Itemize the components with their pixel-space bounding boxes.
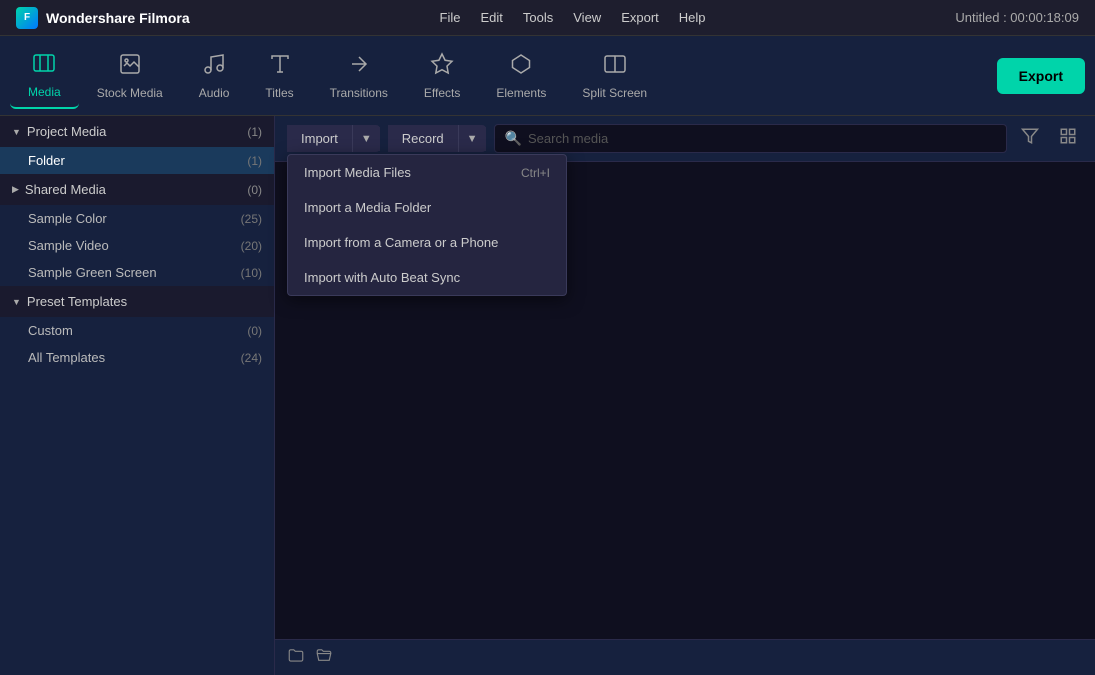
dropdown-import-beat-sync[interactable]: Import with Auto Beat Sync bbox=[288, 260, 566, 295]
app-logo: F Wondershare Filmora bbox=[16, 7, 190, 29]
toolbar-elements-label: Elements bbox=[496, 86, 546, 100]
toolbar: Media Stock Media Audio Titles bbox=[0, 36, 1095, 116]
import-files-shortcut: Ctrl+I bbox=[521, 166, 550, 180]
stock-media-icon bbox=[118, 52, 142, 80]
titles-icon bbox=[268, 52, 292, 80]
toolbar-effects[interactable]: Effects bbox=[406, 44, 478, 108]
sample-green-count: (10) bbox=[241, 266, 262, 280]
sample-video-label: Sample Video bbox=[28, 238, 109, 253]
sidebar-item-folder[interactable]: Folder (1) bbox=[0, 147, 274, 174]
import-button[interactable]: Import bbox=[287, 125, 353, 152]
new-folder-icon[interactable] bbox=[287, 646, 305, 669]
sidebar-section-preset-templates[interactable]: ▼ Preset Templates bbox=[0, 286, 274, 317]
import-dropdown: Import Media Files Ctrl+I Import a Media… bbox=[287, 154, 567, 296]
toolbar-split-screen-label: Split Screen bbox=[582, 86, 647, 100]
bottom-bar bbox=[275, 639, 1095, 675]
menu-tools[interactable]: Tools bbox=[523, 10, 553, 25]
toolbar-media-label: Media bbox=[28, 85, 61, 99]
effects-icon bbox=[430, 52, 454, 80]
import-folder-label: Import a Media Folder bbox=[304, 200, 431, 215]
toolbar-effects-label: Effects bbox=[424, 86, 460, 100]
sidebar-item-sample-color[interactable]: Sample Color (25) bbox=[0, 205, 274, 232]
import-files-label: Import Media Files bbox=[304, 165, 411, 180]
sidebar-item-sample-video[interactable]: Sample Video (20) bbox=[0, 232, 274, 259]
toolbar-split-screen[interactable]: Split Screen bbox=[564, 44, 665, 108]
split-screen-icon bbox=[603, 52, 627, 80]
preset-templates-label: Preset Templates bbox=[27, 294, 127, 309]
toolbar-stock-media[interactable]: Stock Media bbox=[79, 44, 181, 108]
record-button-group: Record ▼ bbox=[388, 125, 486, 152]
dropdown-import-camera[interactable]: Import from a Camera or a Phone bbox=[288, 225, 566, 260]
preset-templates-arrow: ▼ bbox=[12, 297, 21, 307]
shared-media-arrow: ▶ bbox=[12, 184, 19, 195]
menu-file[interactable]: File bbox=[440, 10, 461, 25]
elements-icon bbox=[509, 52, 533, 80]
record-dropdown-arrow[interactable]: ▼ bbox=[459, 127, 486, 151]
toolbar-elements[interactable]: Elements bbox=[478, 44, 564, 108]
folder-count: (1) bbox=[247, 154, 262, 168]
all-templates-count: (24) bbox=[241, 351, 262, 365]
content-area: Import ▼ Import Media Files Ctrl+I Impor… bbox=[275, 116, 1095, 675]
toolbar-audio[interactable]: Audio bbox=[181, 44, 248, 108]
import-beat-sync-label: Import with Auto Beat Sync bbox=[304, 270, 460, 285]
toolbar-titles[interactable]: Titles bbox=[247, 44, 311, 108]
dropdown-import-folder[interactable]: Import a Media Folder bbox=[288, 190, 566, 225]
title-bar: F Wondershare Filmora File Edit Tools Vi… bbox=[0, 0, 1095, 36]
toolbar-transitions[interactable]: Transitions bbox=[312, 44, 406, 108]
import-dropdown-arrow[interactable]: ▼ bbox=[353, 127, 380, 151]
sample-green-label: Sample Green Screen bbox=[28, 265, 157, 280]
menu-help[interactable]: Help bbox=[679, 10, 706, 25]
sidebar-section-shared-media[interactable]: ▶ Shared Media (0) bbox=[0, 174, 274, 205]
toolbar-titles-label: Titles bbox=[265, 86, 293, 100]
toolbar-stock-media-label: Stock Media bbox=[97, 86, 163, 100]
transitions-icon bbox=[347, 52, 371, 80]
toolbar-audio-label: Audio bbox=[199, 86, 230, 100]
filter-button[interactable] bbox=[1015, 125, 1045, 152]
sample-color-count: (25) bbox=[241, 212, 262, 226]
media-icon bbox=[32, 51, 56, 79]
sidebar-item-sample-green[interactable]: Sample Green Screen (10) bbox=[0, 259, 274, 286]
logo-icon: F bbox=[16, 7, 38, 29]
dropdown-import-files[interactable]: Import Media Files Ctrl+I bbox=[288, 155, 566, 190]
sample-color-label: Sample Color bbox=[28, 211, 107, 226]
search-input[interactable] bbox=[528, 131, 996, 146]
import-button-group: Import ▼ Import Media Files Ctrl+I Impor… bbox=[287, 125, 380, 152]
audio-icon bbox=[202, 52, 226, 80]
menu-bar: File Edit Tools View Export Help bbox=[440, 10, 706, 25]
toolbar-transitions-label: Transitions bbox=[330, 86, 388, 100]
folder-label: Folder bbox=[28, 153, 65, 168]
open-folder-icon[interactable] bbox=[315, 646, 333, 669]
project-title: Untitled : 00:00:18:09 bbox=[955, 10, 1079, 25]
search-icon: 🔍 bbox=[505, 130, 522, 147]
sidebar: ▼ Project Media (1) Folder (1) ▶ Shared … bbox=[0, 116, 275, 675]
import-camera-label: Import from a Camera or a Phone bbox=[304, 235, 498, 250]
shared-media-label: Shared Media bbox=[25, 182, 106, 197]
menu-view[interactable]: View bbox=[573, 10, 601, 25]
menu-edit[interactable]: Edit bbox=[480, 10, 502, 25]
sidebar-section-project-media[interactable]: ▼ Project Media (1) bbox=[0, 116, 274, 147]
project-media-label: Project Media bbox=[27, 124, 106, 139]
sidebar-item-custom[interactable]: Custom (0) bbox=[0, 317, 274, 344]
export-button[interactable]: Export bbox=[997, 58, 1085, 94]
record-button[interactable]: Record bbox=[388, 125, 459, 152]
grid-view-button[interactable] bbox=[1053, 125, 1083, 152]
menu-export[interactable]: Export bbox=[621, 10, 659, 25]
shared-media-count: (0) bbox=[247, 183, 262, 197]
custom-count: (0) bbox=[247, 324, 262, 338]
app-name: Wondershare Filmora bbox=[46, 10, 190, 26]
search-bar: 🔍 bbox=[494, 124, 1007, 153]
project-media-arrow: ▼ bbox=[12, 127, 21, 137]
project-media-count: (1) bbox=[247, 125, 262, 139]
toolbar-media[interactable]: Media bbox=[10, 43, 79, 109]
custom-label: Custom bbox=[28, 323, 73, 338]
main-layout: ▼ Project Media (1) Folder (1) ▶ Shared … bbox=[0, 116, 1095, 675]
import-bar: Import ▼ Import Media Files Ctrl+I Impor… bbox=[275, 116, 1095, 162]
sidebar-item-all-templates[interactable]: All Templates (24) bbox=[0, 344, 274, 371]
all-templates-label: All Templates bbox=[28, 350, 105, 365]
sample-video-count: (20) bbox=[241, 239, 262, 253]
